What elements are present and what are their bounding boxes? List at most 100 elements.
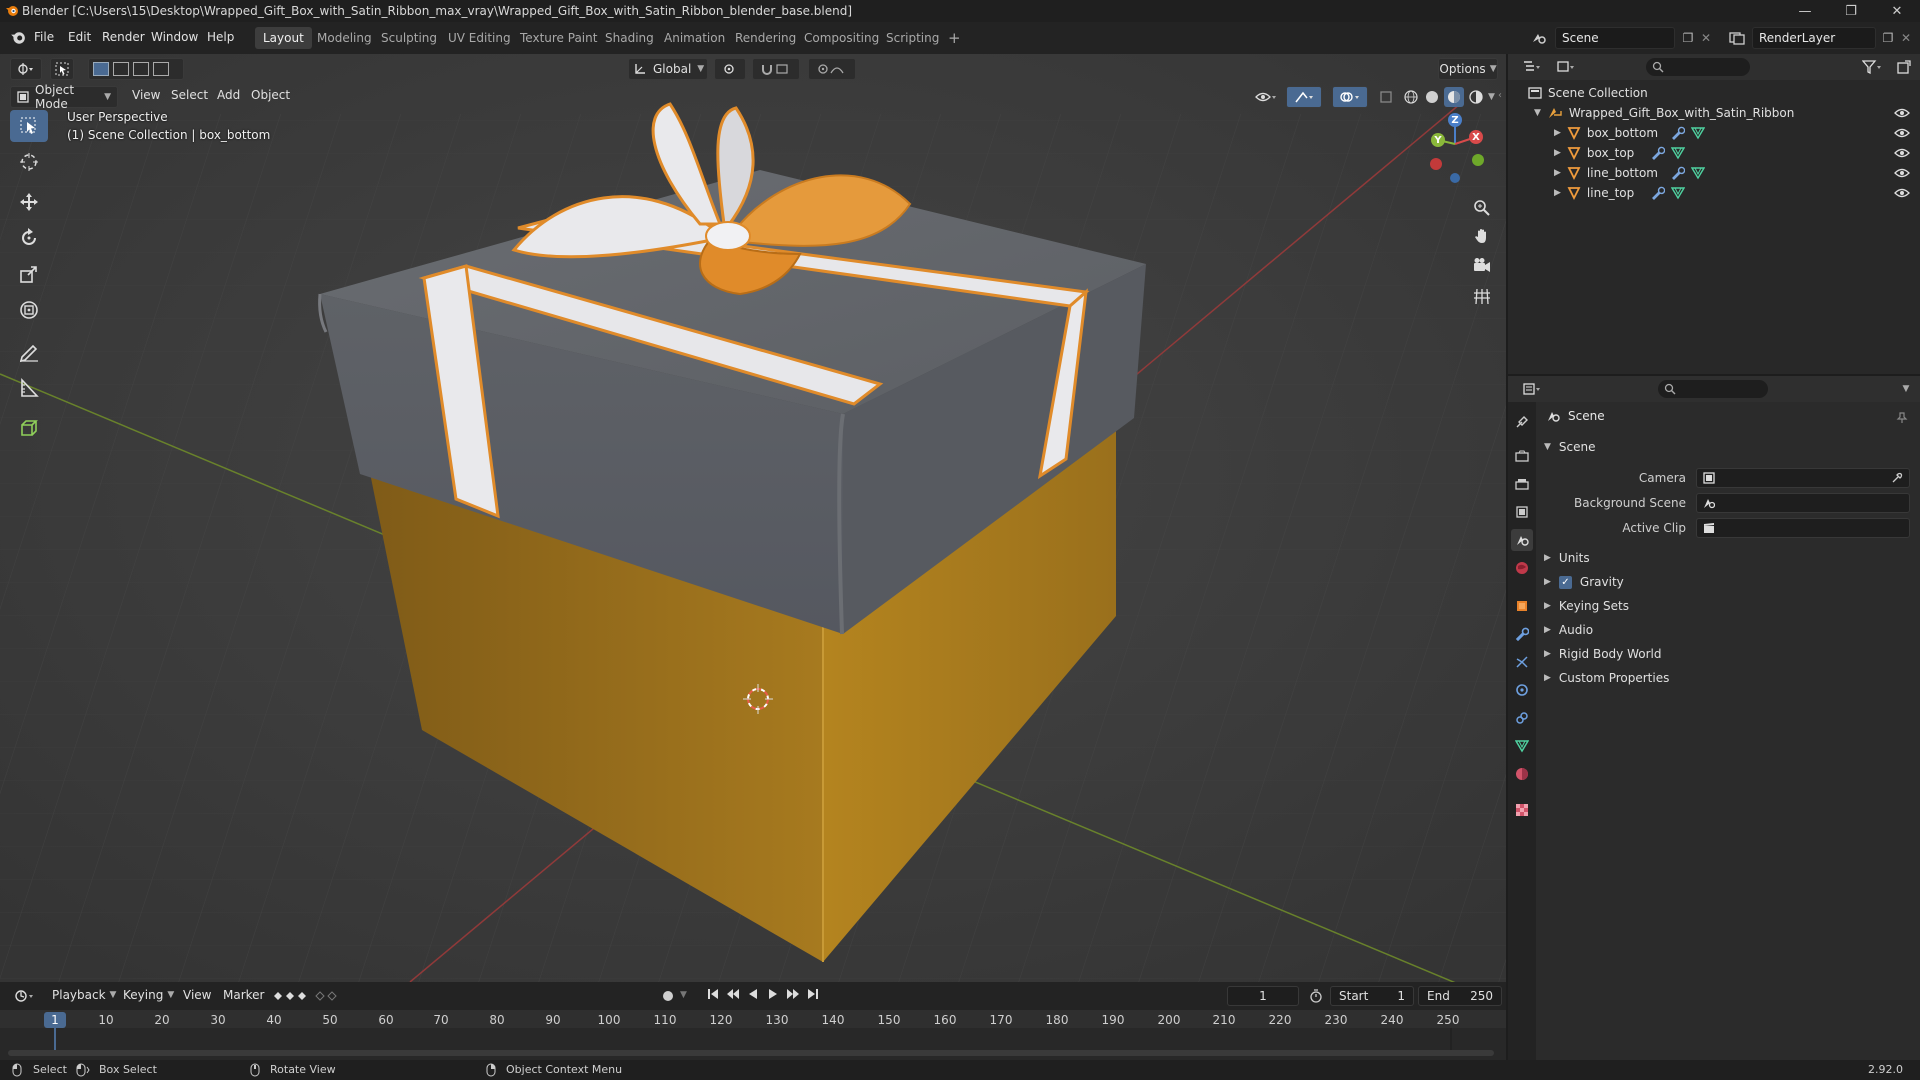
- outliner-item-line-top[interactable]: ▶ line_top: [1554, 183, 1685, 203]
- proportional-editing-icon[interactable]: [808, 58, 856, 80]
- properties-editor-type-icon[interactable]: [1518, 379, 1546, 399]
- menu-window[interactable]: Window: [151, 30, 198, 44]
- outliner-item-line-bottom[interactable]: ▶ line_bottom: [1554, 163, 1705, 183]
- tab-sculpting[interactable]: Sculpting: [373, 27, 445, 49]
- tab-layout[interactable]: Layout: [255, 27, 312, 49]
- scene-panel-header[interactable]: ▼ Scene: [1544, 440, 1596, 454]
- custom-properties-panel-header[interactable]: ▶ Custom Properties: [1544, 671, 1669, 685]
- pin-icon[interactable]: [1894, 410, 1910, 426]
- viewport-menu-view[interactable]: View: [132, 88, 160, 102]
- measure-tool-icon[interactable]: [10, 372, 48, 404]
- timeline-menu-view[interactable]: View: [183, 988, 211, 1002]
- move-tool-icon[interactable]: [10, 186, 48, 218]
- camera-field[interactable]: [1696, 468, 1910, 488]
- scene-collection-row[interactable]: Scene Collection: [1528, 83, 1648, 103]
- start-frame-field[interactable]: Start 1: [1330, 986, 1414, 1006]
- record-icon[interactable]: [658, 987, 678, 1005]
- ortho-grid-icon[interactable]: [1470, 284, 1494, 308]
- add-cube-tool-icon[interactable]: [10, 412, 48, 444]
- gravity-checkbox[interactable]: ✓: [1558, 575, 1572, 589]
- gizmo-x-label[interactable]: X: [1469, 130, 1483, 144]
- xray-toggle-icon[interactable]: [1376, 86, 1396, 108]
- jump-keyframe-forward-icon[interactable]: [786, 987, 800, 1001]
- modifiers-tab-icon[interactable]: [1511, 623, 1533, 645]
- stopwatch-icon[interactable]: [1306, 987, 1326, 1005]
- tab-scripting[interactable]: Scripting: [878, 27, 947, 49]
- tab-texture-paint[interactable]: Texture Paint: [512, 27, 605, 49]
- keying-sets-panel-header[interactable]: ▶ Keying Sets: [1544, 599, 1629, 613]
- gizmo-y-label[interactable]: Y: [1431, 133, 1445, 147]
- playback-menu[interactable]: Playback ▼: [52, 988, 116, 1002]
- eyedropper-icon[interactable]: [1891, 472, 1909, 484]
- viewport-menu-add[interactable]: Add: [217, 88, 240, 102]
- expand-arrow-icon[interactable]: ▶: [1554, 148, 1561, 158]
- play-reverse-icon[interactable]: [746, 987, 760, 1001]
- viewport-menu-object[interactable]: Object: [251, 88, 290, 102]
- gravity-panel-header[interactable]: ▶ ✓ Gravity: [1544, 575, 1624, 589]
- keying-menu[interactable]: Keying ▼: [123, 988, 174, 1002]
- rendered-shading-icon[interactable]: [1467, 88, 1485, 106]
- transform-tool-icon[interactable]: [10, 294, 48, 326]
- select-box-mode-group[interactable]: [88, 58, 184, 80]
- scene-browse-icon[interactable]: [1526, 28, 1552, 48]
- cursor-tool-icon[interactable]: [10, 146, 48, 178]
- filter-icon[interactable]: [1857, 57, 1887, 77]
- tab-shading[interactable]: Shading: [597, 27, 662, 49]
- keyframe-nav-icons[interactable]: [272, 987, 342, 1005]
- mode-intersect-icon[interactable]: [153, 62, 169, 76]
- mode-set-icon[interactable]: [93, 62, 109, 76]
- camera-view-icon[interactable]: [1470, 254, 1494, 278]
- timeline-editor-type-icon[interactable]: [10, 986, 40, 1006]
- rotate-tool-icon[interactable]: [10, 222, 48, 254]
- chevron-down-icon[interactable]: ▼: [680, 990, 687, 1000]
- transform-orientation-dropdown[interactable]: Global ▼: [628, 58, 708, 80]
- chevron-down-icon[interactable]: ▼: [1898, 381, 1914, 397]
- visibility-eye-icon[interactable]: [1250, 86, 1282, 108]
- constraints-tab-icon[interactable]: [1511, 707, 1533, 729]
- expand-arrow-icon[interactable]: ▶: [1554, 128, 1561, 138]
- rigid-body-world-panel-header[interactable]: ▶ Rigid Body World: [1544, 647, 1661, 661]
- blender-menu-icon[interactable]: [8, 28, 28, 48]
- menu-file[interactable]: File: [34, 30, 54, 44]
- close-window-button[interactable]: ✕: [1874, 0, 1920, 22]
- tab-uv-editing[interactable]: UV Editing: [440, 27, 519, 49]
- gizmo-z-label[interactable]: Z: [1448, 113, 1462, 127]
- expand-arrow-icon[interactable]: ▼: [1534, 108, 1541, 118]
- outliner-item-box-top[interactable]: ▶ box_top: [1554, 143, 1685, 163]
- annotate-tool-icon[interactable]: [10, 336, 48, 368]
- tab-compositing[interactable]: Compositing: [796, 27, 887, 49]
- navigation-gizmo[interactable]: Z X Y: [1420, 112, 1500, 192]
- object-data-tab-icon[interactable]: [1511, 735, 1533, 757]
- tab-animation[interactable]: Animation: [656, 27, 733, 49]
- delete-view-layer-icon[interactable]: ✕: [1898, 28, 1914, 48]
- view-layer-field[interactable]: RenderLayer: [1752, 27, 1876, 49]
- sidebar-toggle-icon[interactable]: ‹: [1498, 90, 1502, 101]
- visibility-eye-icon[interactable]: [1892, 163, 1912, 183]
- outliner-editor-type-icon[interactable]: [1518, 57, 1546, 77]
- menu-help[interactable]: Help: [207, 30, 234, 44]
- particles-tab-icon[interactable]: [1511, 651, 1533, 673]
- visibility-eye-icon[interactable]: [1892, 103, 1912, 123]
- output-tab-icon[interactable]: [1511, 473, 1533, 495]
- collection-row[interactable]: ▼ Wrapped_Gift_Box_with_Satin_Ribbon: [1534, 103, 1794, 123]
- play-icon[interactable]: [766, 987, 780, 1001]
- jump-end-icon[interactable]: [806, 987, 820, 1001]
- 3d-viewport[interactable]: [0, 54, 1506, 982]
- mode-subtract-icon[interactable]: [133, 62, 149, 76]
- scale-tool-icon[interactable]: [10, 258, 48, 290]
- expand-arrow-icon[interactable]: ▶: [1554, 168, 1561, 178]
- jump-keyframe-back-icon[interactable]: [726, 987, 740, 1001]
- add-workspace-button[interactable]: +: [940, 27, 969, 49]
- timeline-menu-marker[interactable]: Marker: [223, 988, 264, 1002]
- view-layer-browse-icon[interactable]: [1724, 28, 1750, 48]
- delete-scene-icon[interactable]: ✕: [1698, 28, 1714, 48]
- overlays-toggle-icon[interactable]: [1332, 86, 1368, 108]
- chevron-down-icon[interactable]: ▼: [1488, 92, 1495, 102]
- solid-shading-icon[interactable]: [1423, 88, 1441, 106]
- view-layer-tab-icon[interactable]: [1511, 501, 1533, 523]
- current-frame-field[interactable]: 1: [1227, 986, 1299, 1006]
- end-frame-field[interactable]: End 250: [1418, 986, 1502, 1006]
- physics-tab-icon[interactable]: [1511, 679, 1533, 701]
- material-preview-shading-icon[interactable]: [1444, 87, 1464, 107]
- gizmo-toggle-icon[interactable]: [1286, 86, 1322, 108]
